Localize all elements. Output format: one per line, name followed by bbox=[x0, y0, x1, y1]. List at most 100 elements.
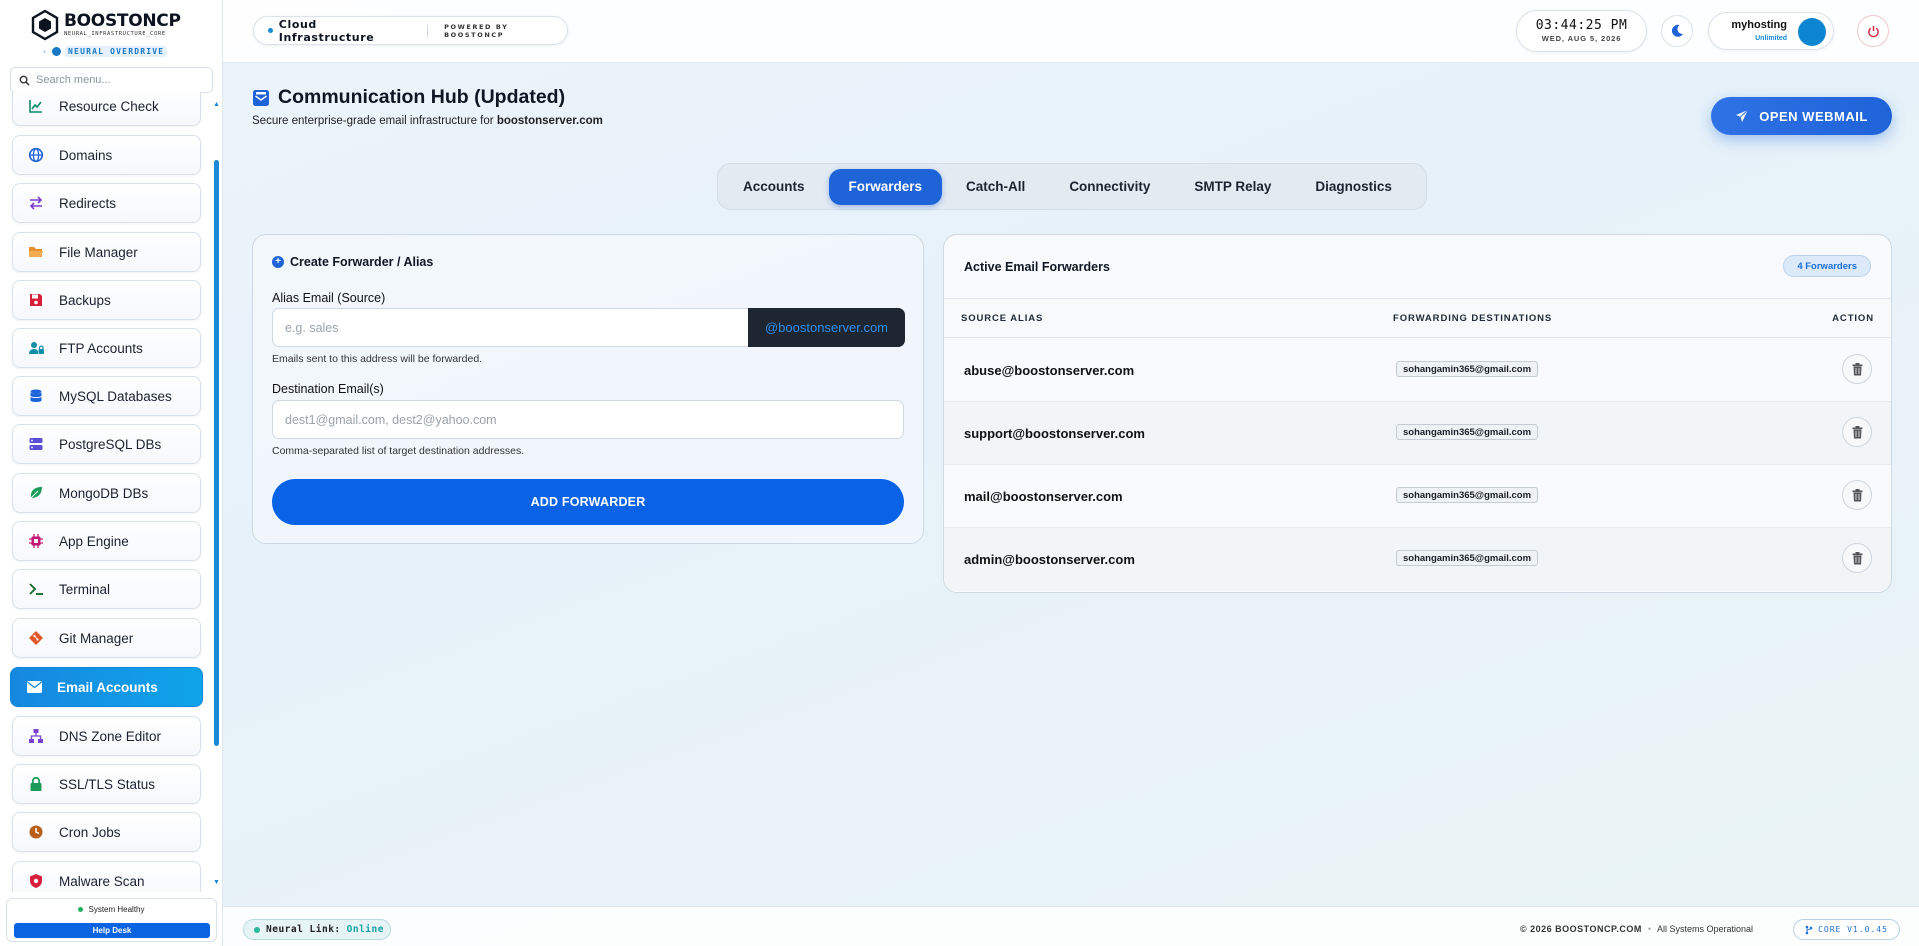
breadcrumb: Cloud Infrastructure POWERED BY BOOSTONC… bbox=[253, 16, 568, 45]
sidebar-menu: Resource Check Domains Redirects File Ma… bbox=[0, 92, 213, 892]
delete-forwarder-button[interactable] bbox=[1842, 543, 1872, 573]
user-name: myhosting bbox=[1731, 19, 1787, 31]
trash-icon bbox=[1852, 551, 1862, 564]
clock-date: WED, AUG 5, 2026 bbox=[1541, 34, 1622, 43]
search-input[interactable] bbox=[36, 74, 206, 86]
sidebar-item-label: File Manager bbox=[59, 244, 138, 260]
add-forwarder-button[interactable]: ADD FORWARDER bbox=[272, 479, 904, 525]
table-row: admin@boostonserver.com sohangamin365@gm… bbox=[944, 528, 1891, 591]
status-dot-icon bbox=[254, 926, 260, 933]
sidebar-item-dns-zone-editor[interactable]: DNS Zone Editor bbox=[12, 716, 201, 756]
footer: Neural Link: Online © 2026 BOOSTONCP.COM… bbox=[223, 906, 1919, 946]
sidebar-item-ftp-accounts[interactable]: FTP Accounts bbox=[12, 328, 201, 368]
tab-connectivity[interactable]: Connectivity bbox=[1049, 169, 1170, 205]
git-branch-icon bbox=[1805, 925, 1813, 934]
sidebar-search bbox=[10, 67, 213, 93]
sidebar-item-label: DNS Zone Editor bbox=[59, 728, 162, 744]
scroll-up-icon[interactable]: ▲ bbox=[213, 101, 220, 108]
forwarder-count-badge: 4 Forwarders bbox=[1783, 255, 1871, 277]
sidebar-item-domains[interactable]: Domains bbox=[12, 135, 201, 175]
floppy-disk-icon bbox=[27, 291, 45, 309]
system-health: System Healthy bbox=[7, 905, 216, 914]
neural-overdrive-badge: › NEURAL OVERDRIVE bbox=[42, 45, 168, 57]
open-webmail-button[interactable]: OPEN WEBMAIL bbox=[1711, 97, 1892, 135]
theme-toggle-button[interactable] bbox=[1661, 15, 1693, 47]
brand-logo[interactable]: BOOSTONCP NEURAL_INFRASTRUCTURE_CORE › N… bbox=[28, 8, 198, 58]
sidebar-item-label: Terminal bbox=[59, 581, 111, 597]
divider bbox=[427, 24, 429, 37]
sidebar-item-label: Git Manager bbox=[59, 630, 134, 646]
copyright: © 2026 BOOSTONCP.COM • All Systems Opera… bbox=[1520, 924, 1753, 934]
server-icon bbox=[27, 435, 45, 453]
sidebar-item-label: Domains bbox=[59, 147, 113, 163]
version-text: CORE V1.0.45 bbox=[1818, 925, 1888, 934]
sidebar-item-file-manager[interactable]: File Manager bbox=[12, 232, 201, 272]
table-row: support@boostonserver.com sohangamin365@… bbox=[944, 402, 1891, 465]
breadcrumb-title: Cloud Infrastructure bbox=[278, 17, 375, 44]
sidebar-item-mongodb-dbs[interactable]: MongoDB DBs bbox=[12, 473, 201, 513]
avatar bbox=[1798, 18, 1826, 46]
clock-time: 03:44:25 PM bbox=[1535, 18, 1628, 33]
alias-email-label: Alias Email (Source) bbox=[272, 291, 386, 305]
sidebar-item-cron-jobs[interactable]: Cron Jobs bbox=[12, 812, 201, 852]
envelope-icon bbox=[25, 678, 43, 696]
sidebar-item-terminal[interactable]: Terminal bbox=[12, 569, 201, 609]
sidebar-item-label: MySQL Databases bbox=[59, 388, 172, 404]
lock-icon bbox=[27, 775, 45, 793]
shield-virus-icon bbox=[27, 872, 45, 890]
version-badge: CORE V1.0.45 bbox=[1793, 919, 1900, 940]
sidebar-item-label: Resource Check bbox=[59, 98, 159, 114]
sidebar-scrollbar[interactable] bbox=[214, 160, 219, 746]
folder-icon bbox=[27, 243, 45, 261]
sidebar-item-postgresql-dbs[interactable]: PostgreSQL DBs bbox=[12, 424, 201, 464]
forwarder-destination: sohangamin365@gmail.com bbox=[1396, 550, 1539, 566]
search-icon bbox=[19, 75, 30, 86]
leaf-icon bbox=[27, 484, 45, 502]
forwarder-alias: abuse@boostonserver.com bbox=[964, 363, 1135, 378]
sidebar-item-backups[interactable]: Backups bbox=[12, 280, 201, 320]
column-action: ACTION bbox=[1832, 313, 1874, 324]
delete-forwarder-button[interactable] bbox=[1842, 417, 1872, 447]
system-health-label: System Healthy bbox=[88, 905, 145, 914]
sidebar-item-mysql-databases[interactable]: MySQL Databases bbox=[12, 376, 201, 416]
alias-hint: Emails sent to this address will be forw… bbox=[272, 353, 483, 365]
chevron-right-icon: › bbox=[42, 46, 49, 56]
email-tabs: Accounts Forwarders Catch-All Connectivi… bbox=[717, 163, 1427, 210]
destination-email-input[interactable] bbox=[272, 400, 904, 439]
sidebar-item-malware-scan[interactable]: Malware Scan bbox=[12, 861, 201, 892]
alias-email-input[interactable] bbox=[272, 308, 752, 347]
scroll-down-icon[interactable]: ▼ bbox=[213, 879, 220, 886]
sidebar-item-git-manager[interactable]: Git Manager bbox=[12, 618, 201, 658]
sidebar-item-label: Malware Scan bbox=[59, 873, 145, 889]
tab-forwarders[interactable]: Forwarders bbox=[828, 168, 943, 205]
forwarder-alias: mail@boostonserver.com bbox=[964, 489, 1123, 504]
page-header: Communication Hub (Updated) Secure enter… bbox=[252, 86, 603, 127]
delete-forwarder-button[interactable] bbox=[1842, 354, 1872, 384]
sidebar-item-label: Cron Jobs bbox=[59, 824, 121, 840]
delete-forwarder-button[interactable] bbox=[1842, 480, 1872, 510]
system-status-box: System Healthy Help Desk bbox=[6, 898, 217, 942]
tab-smtp-relay[interactable]: SMTP Relay bbox=[1174, 169, 1291, 205]
help-desk-button[interactable]: Help Desk bbox=[14, 923, 210, 938]
powered-by: POWERED BY BOOSTONCP bbox=[444, 22, 509, 39]
copyright-text: © 2026 BOOSTONCP.COM bbox=[1520, 924, 1642, 934]
clock-icon bbox=[27, 823, 45, 841]
tab-accounts[interactable]: Accounts bbox=[723, 169, 825, 205]
sidebar-item-resource-check[interactable]: Resource Check bbox=[12, 92, 201, 126]
sidebar-item-label: App Engine bbox=[59, 533, 129, 549]
tab-catch-all[interactable]: Catch-All bbox=[946, 169, 1045, 205]
column-source-alias: SOURCE ALIAS bbox=[961, 313, 1044, 324]
sidebar-item-redirects[interactable]: Redirects bbox=[12, 183, 201, 223]
table-header: SOURCE ALIAS FORWARDING DESTINATIONS ACT… bbox=[944, 298, 1891, 338]
destination-hint: Comma-separated list of target destinati… bbox=[272, 445, 525, 457]
status-dot-icon bbox=[268, 28, 273, 33]
table-row: mail@boostonserver.com sohangamin365@gma… bbox=[944, 465, 1891, 528]
status-dot-icon bbox=[78, 907, 84, 912]
tab-diagnostics[interactable]: Diagnostics bbox=[1295, 169, 1412, 205]
sidebar-item-app-engine[interactable]: App Engine bbox=[12, 521, 201, 561]
sidebar-item-ssl-tls-status[interactable]: SSL/TLS Status bbox=[12, 764, 201, 804]
logout-button[interactable] bbox=[1857, 15, 1889, 47]
user-menu[interactable]: myhosting Unlimited bbox=[1708, 12, 1834, 50]
cube-logo-icon bbox=[31, 9, 59, 41]
sidebar-item-email-accounts[interactable]: Email Accounts bbox=[10, 667, 203, 707]
